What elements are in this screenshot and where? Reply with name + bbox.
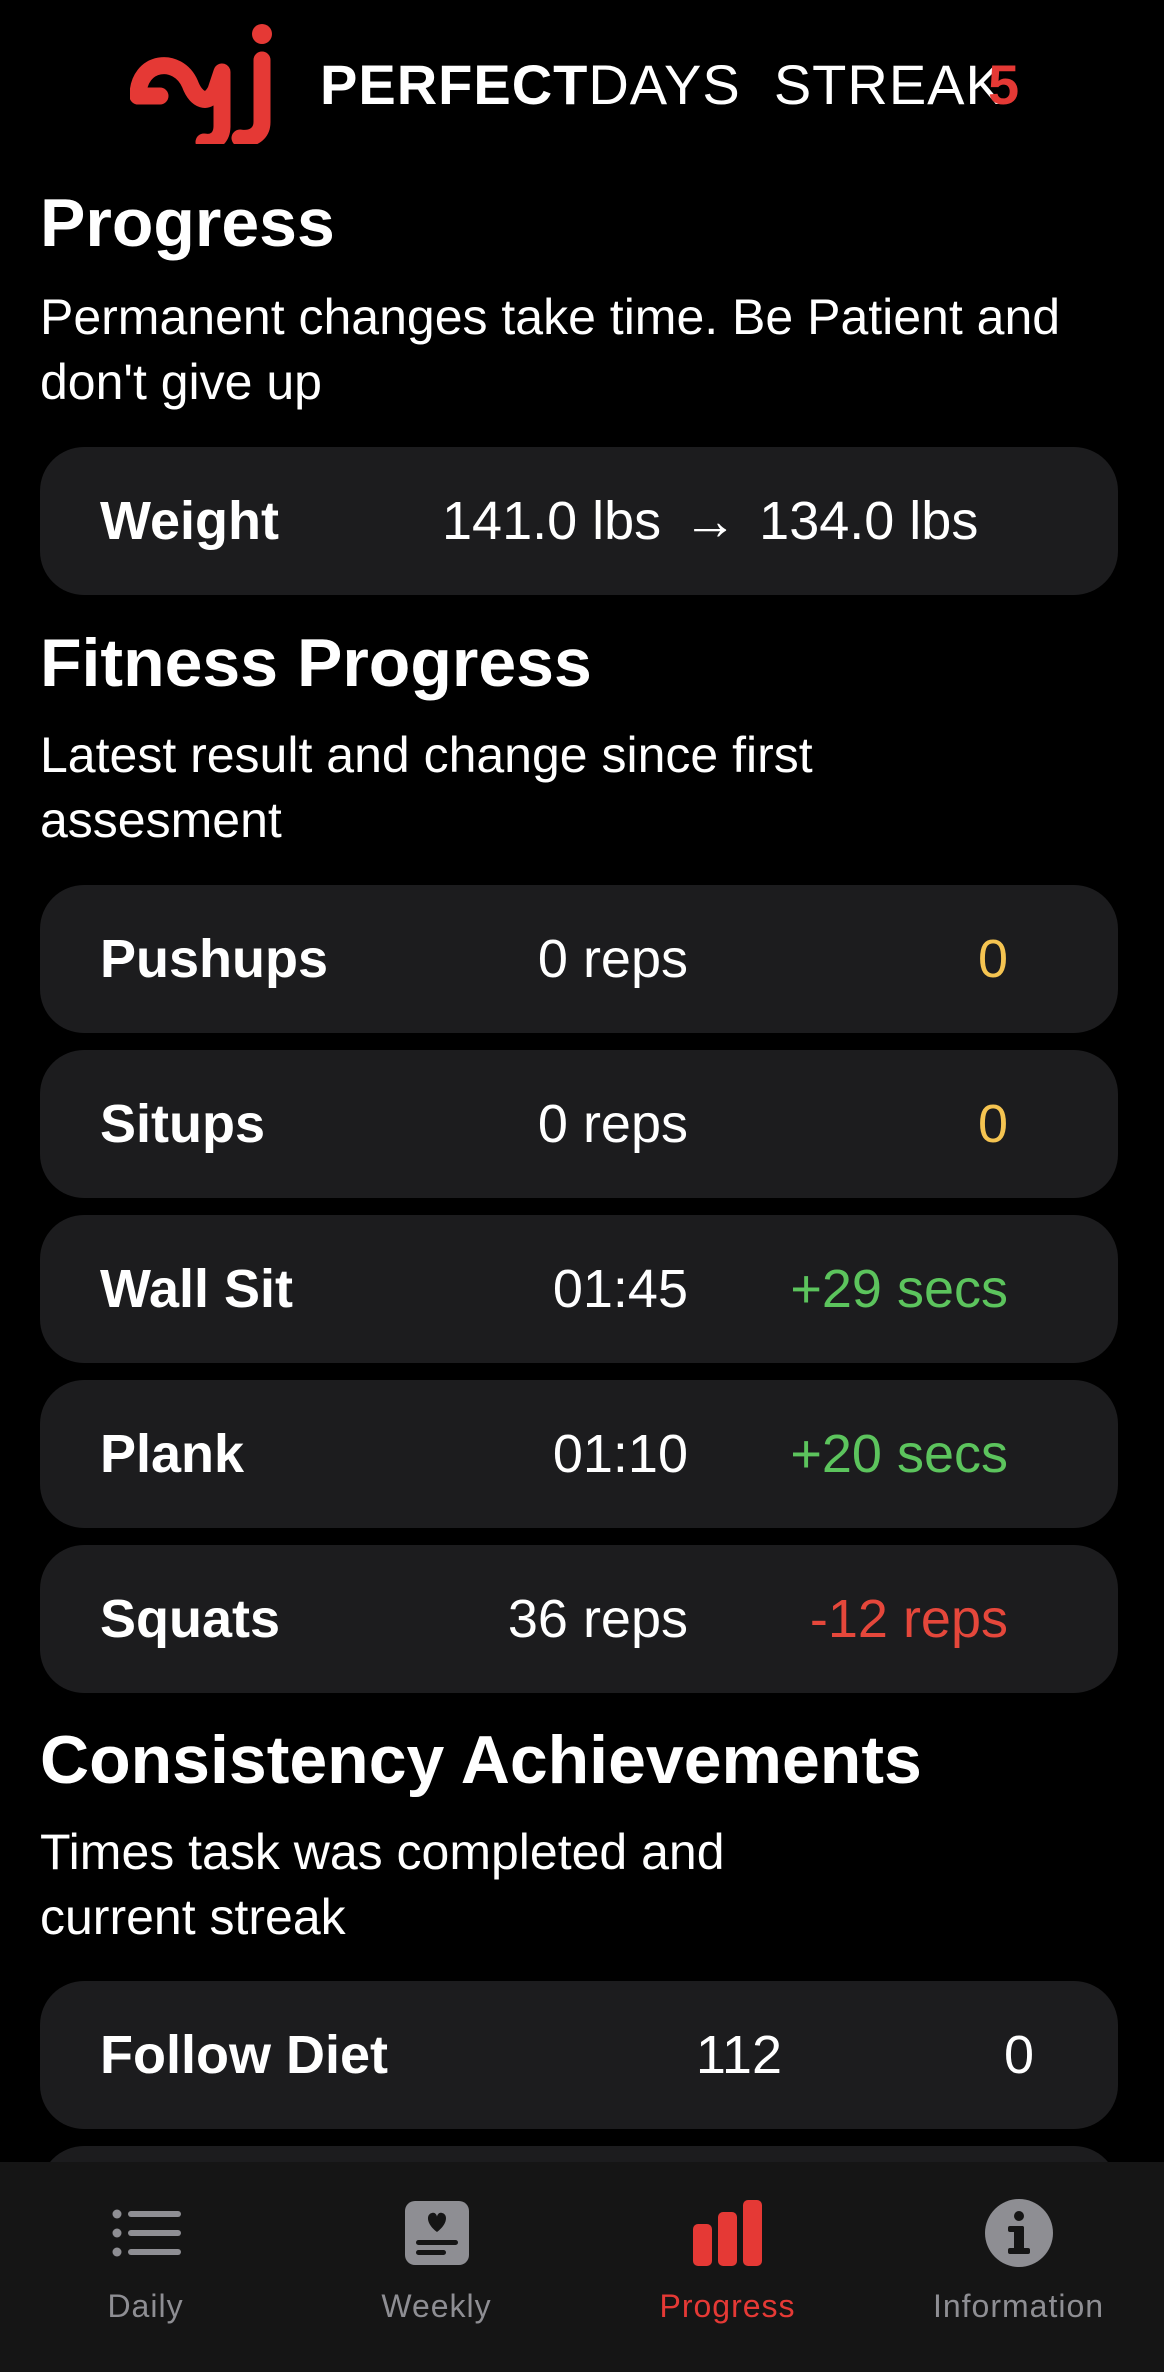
tab-bar: Daily Weekly Progress Information <box>0 2162 1164 2372</box>
tab-label: Daily <box>107 2288 184 2324</box>
arrow-right-icon: → <box>683 491 738 551</box>
brand-logo-icon <box>130 24 272 144</box>
consistency-row-count: 112 <box>695 2025 782 2085</box>
tab-weekly[interactable]: Weekly <box>291 2162 582 2372</box>
consistency-row-follow-diet: Follow Diet 112 0 <box>40 1981 1118 2129</box>
info-icon <box>984 2199 1053 2267</box>
fitness-row-label: Wall Sit <box>100 1259 294 1319</box>
bar-chart-icon <box>692 2200 762 2266</box>
fitness-row-wall-sit: Wall Sit 01:45 +29 secs <box>40 1215 1118 1363</box>
tab-daily[interactable]: Daily <box>0 2162 291 2372</box>
fitness-row-value: 0 reps <box>537 1094 688 1154</box>
tab-label: Information <box>932 2288 1105 2324</box>
fitness-row-change: -12 reps <box>809 1589 1008 1649</box>
fitness-title: Fitness Progress <box>40 625 592 701</box>
app-header: PERFECTDAYS STREAK 5 <box>0 0 1164 175</box>
weight-change: 141.0 lbs → 134.0 lbs <box>442 447 978 595</box>
weight-start: 141.0 lbs <box>442 491 662 551</box>
brand-bold-text: PERFECT <box>320 53 589 116</box>
fitness-row-label: Plank <box>100 1424 245 1484</box>
fitness-row-label: Pushups <box>100 929 329 989</box>
weight-card: Weight 141.0 lbs → 134.0 lbs <box>40 447 1118 595</box>
list-icon <box>112 2209 181 2257</box>
fitness-row-pushups: Pushups 0 reps 0 <box>40 885 1118 1033</box>
fitness-row-value: 36 reps <box>507 1589 688 1649</box>
fitness-row-value: 0 reps <box>537 929 688 989</box>
tab-progress[interactable]: Progress <box>582 2162 873 2372</box>
weight-label: Weight <box>100 491 279 551</box>
tab-label: Weekly <box>381 2288 492 2324</box>
journal-icon <box>404 2201 469 2265</box>
progress-subtitle: Permanent changes take time. Be Patient … <box>40 289 1061 410</box>
consistency-row-next <box>40 2146 1118 2162</box>
fitness-row-change: 0 <box>977 1094 1008 1154</box>
streak-count: 5 <box>988 53 1020 116</box>
fitness-row-plank: Plank 01:10 +20 secs <box>40 1380 1118 1528</box>
fitness-row-situps: Situps 0 reps 0 <box>40 1050 1118 1198</box>
weight-current: 134.0 lbs <box>759 491 979 551</box>
fitness-row-label: Squats <box>100 1589 281 1649</box>
fitness-row-label: Situps <box>100 1094 266 1154</box>
consistency-row-label: Follow Diet <box>100 2025 388 2085</box>
tab-information[interactable]: Information <box>873 2162 1164 2372</box>
fitness-row-squats: Squats 36 reps -12 reps <box>40 1545 1118 1693</box>
fitness-row-value: 01:45 <box>552 1259 688 1319</box>
fitness-row-change: +20 secs <box>790 1424 1008 1484</box>
app-brand-title: PERFECTDAYS STREAK <box>320 50 1004 120</box>
fitness-subtitle: Latest result and change since first ass… <box>40 727 813 848</box>
consistency-title: Consistency Achievements <box>40 1722 922 1798</box>
consistency-row-streak: 0 <box>1003 2025 1034 2085</box>
fitness-row-value: 01:10 <box>552 1424 688 1484</box>
tab-label: Progress <box>659 2288 796 2324</box>
brand-light-text: DAYS STREAK <box>588 53 1004 116</box>
fitness-row-change: 0 <box>977 929 1008 989</box>
consistency-subtitle: Times task was completed and current str… <box>40 1824 725 1945</box>
progress-title: Progress <box>40 185 335 261</box>
fitness-row-change: +29 secs <box>790 1259 1008 1319</box>
progress-scroll-view[interactable]: Progress Permanent changes take time. Be… <box>0 175 1164 2162</box>
